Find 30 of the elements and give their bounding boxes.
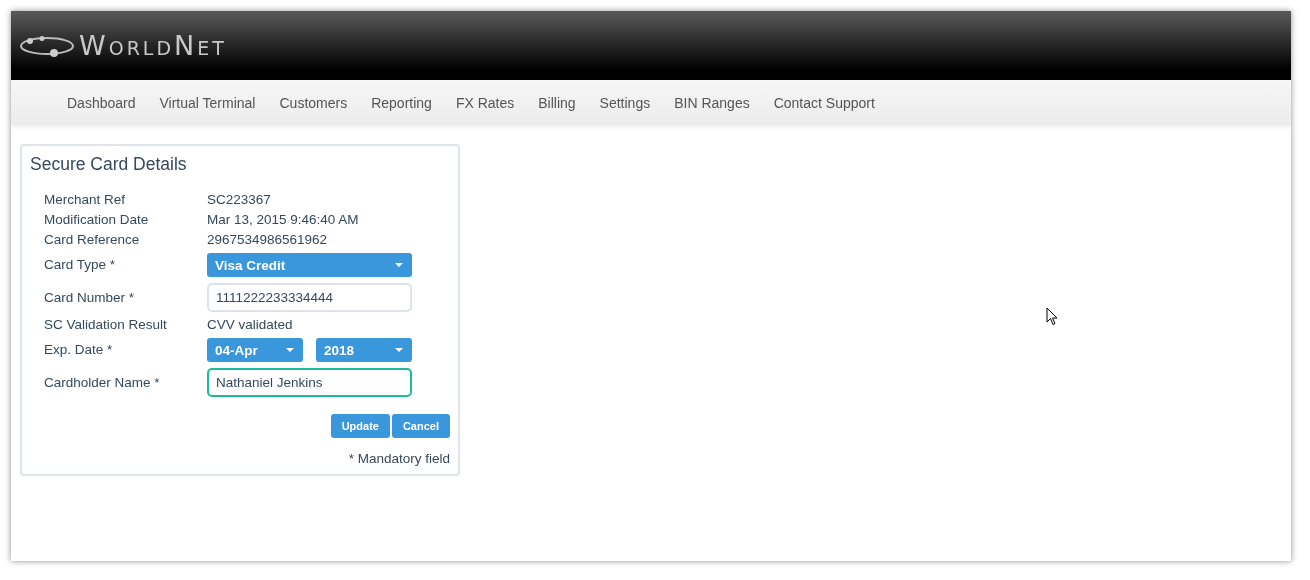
caret-icon — [286, 348, 294, 352]
nav-link[interactable]: Virtual Terminal — [147, 94, 268, 111]
field-label: Card Reference — [44, 231, 141, 249]
nav-link[interactable]: Dashboard — [55, 94, 148, 111]
field-label: Cardholder Name * — [44, 373, 161, 392]
nav-link[interactable]: Contact Support — [761, 94, 887, 111]
field-label: Exp. Date * — [44, 341, 114, 359]
nav-link[interactable]: BIN Ranges — [662, 94, 762, 111]
field-label: Merchant Ref — [44, 191, 127, 209]
logo-text: WorldNet — [79, 32, 227, 59]
nav-link[interactable]: Reporting — [359, 94, 444, 111]
mandatory-note: * Mandatory field — [347, 451, 450, 466]
caret-icon — [395, 348, 403, 352]
nav-link[interactable]: Customers — [267, 94, 360, 111]
field-value: SC223367 — [207, 191, 272, 209]
input-field[interactable]: 1111222233334444 — [207, 283, 412, 312]
field-value: CVV validated — [207, 316, 294, 334]
field-label: Modification Date — [44, 211, 150, 229]
field-label: Card Type * — [44, 256, 117, 274]
cursor-icon — [1046, 307, 1058, 326]
field-value: 2967534986561962 — [207, 231, 329, 249]
nav-link[interactable]: FX Rates — [443, 94, 527, 111]
caret-icon — [395, 263, 403, 267]
nav-link[interactable]: Settings — [587, 94, 663, 111]
nav-link[interactable]: Billing — [526, 94, 588, 111]
field-value: Mar 13, 2015 9:46:40 AM — [207, 211, 360, 229]
field-label: SC Validation Result — [44, 316, 168, 334]
panel-title: Secure Card Details — [30, 154, 188, 175]
field-label: Card Number * — [44, 288, 136, 307]
input-field[interactable]: Nathaniel Jenkins — [207, 368, 412, 397]
